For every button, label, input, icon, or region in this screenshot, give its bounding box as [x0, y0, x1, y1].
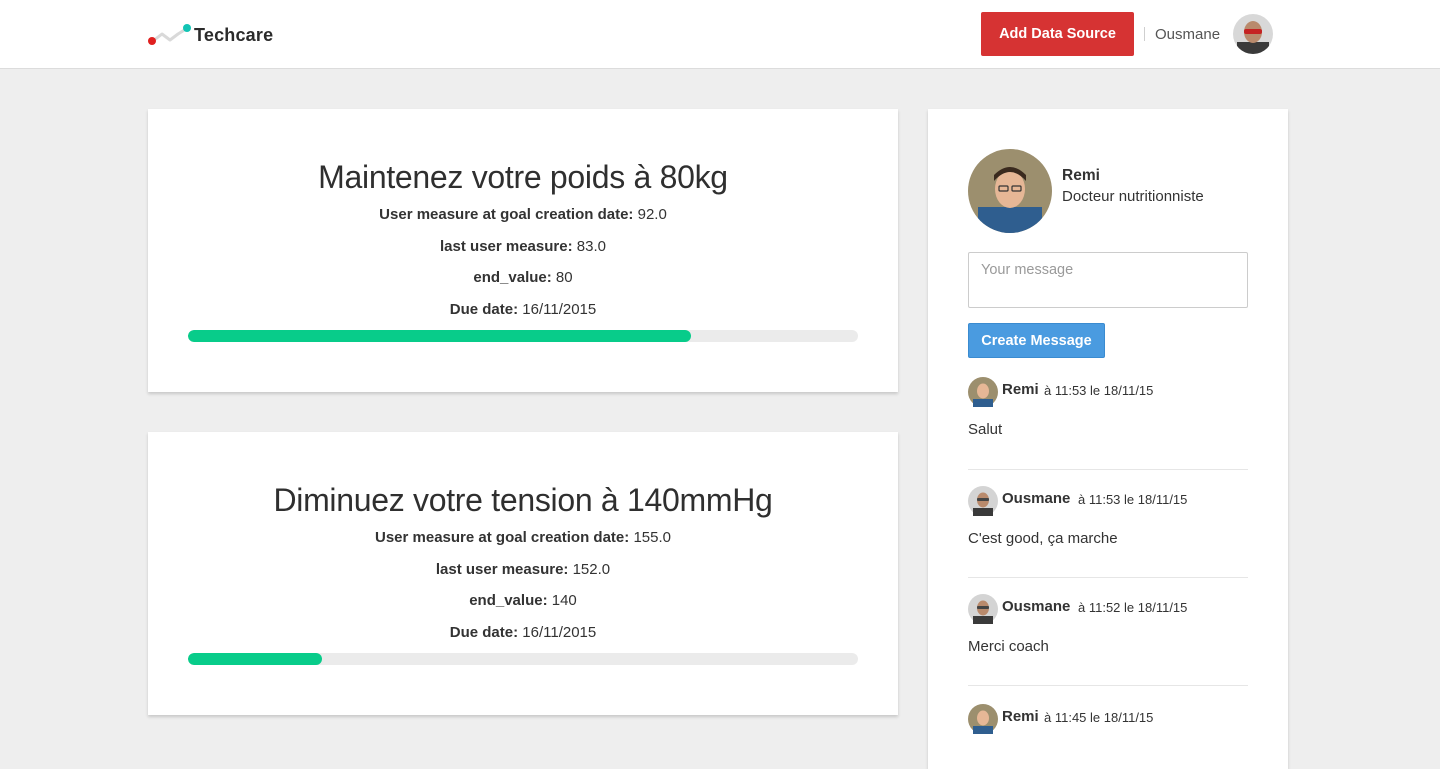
- message-input[interactable]: [968, 252, 1248, 308]
- message-item: Ousmane à 11:53 le 18/11/15 C'est good, …: [968, 486, 1248, 547]
- message-author: Ousmane: [1002, 490, 1071, 507]
- meta-value: 16/11/2015: [522, 301, 597, 318]
- message-author: Remi: [1002, 708, 1039, 725]
- goal-progress-fill: [188, 330, 691, 342]
- meta-label: end_value:: [473, 269, 552, 286]
- nav-divider: [1144, 27, 1145, 41]
- add-data-source-button[interactable]: Add Data Source: [981, 12, 1134, 56]
- coach-chat-panel: Remi Docteur nutritionniste Create Messa…: [928, 109, 1288, 769]
- meta-value: 155.0: [633, 529, 671, 546]
- meta-label: last user measure:: [435, 561, 569, 578]
- goal-card: Diminuez votre tension à 140mmHg User me…: [148, 432, 898, 715]
- goal-title: Maintenez votre poids à 80kg: [318, 159, 728, 195]
- coach-avatar: [968, 149, 1052, 233]
- nav-user-name[interactable]: Ousmane: [1155, 26, 1220, 43]
- coach-role: Docteur nutritionniste: [1062, 188, 1204, 205]
- top-navbar: Techcare Add Data Source Ousmane: [0, 0, 1440, 69]
- meta-value: 92.0: [637, 206, 667, 223]
- message-divider: [968, 685, 1248, 686]
- meta-label: User measure at goal creation date:: [379, 206, 634, 223]
- meta-value: 152.0: [572, 561, 611, 578]
- message-avatar: [968, 704, 998, 734]
- goal-creation-measure: User measure at goal creation date: 92.0: [148, 206, 898, 223]
- meta-label: Due date:: [449, 301, 519, 318]
- message-time: à 11:52 le 18/11/15: [1078, 600, 1188, 615]
- meta-label: end_value:: [469, 592, 548, 609]
- message-item: Ousmane à 11:52 le 18/11/15 Merci coach: [968, 594, 1248, 655]
- meta-value: 140: [551, 592, 577, 609]
- meta-label: Due date:: [449, 624, 519, 641]
- message-item: Remi à 11:45 le 18/11/15: [968, 704, 1248, 734]
- techcare-logo-icon: [148, 24, 191, 45]
- message-author: Remi: [1002, 381, 1039, 398]
- goal-due-date: Due date: 16/11/2015: [148, 624, 898, 641]
- message-avatar: [968, 377, 998, 407]
- meta-label: last user measure:: [440, 238, 573, 255]
- goal-last-measure: last user measure: 83.0: [148, 238, 898, 255]
- message-item: Remi à 11:53 le 18/11/15 Salut: [968, 377, 1248, 438]
- user-avatar[interactable]: [1229, 14, 1277, 54]
- message-time: à 11:53 le 18/11/15: [1044, 383, 1154, 398]
- meta-label: User measure at goal creation date:: [375, 529, 630, 546]
- message-avatar: [968, 486, 998, 516]
- goal-progress-fill: [188, 653, 322, 665]
- coach-name: Remi: [1062, 167, 1100, 184]
- message-time: à 11:45 le 18/11/15: [1044, 710, 1154, 725]
- message-text: C'est good, ça marche: [968, 530, 1118, 547]
- message-author: Ousmane: [1002, 598, 1071, 615]
- message-avatar: [968, 594, 998, 624]
- create-message-button[interactable]: Create Message: [968, 323, 1105, 358]
- goal-due-date: Due date: 16/11/2015: [148, 301, 898, 318]
- brand-name: Techcare: [194, 25, 274, 45]
- meta-value: 83.0: [576, 238, 606, 255]
- goal-creation-measure: User measure at goal creation date: 155.…: [148, 529, 898, 546]
- goal-last-measure: last user measure: 152.0: [148, 561, 898, 578]
- goal-end-value: end_value: 140: [148, 592, 898, 609]
- message-divider: [968, 469, 1248, 470]
- goal-card: Maintenez votre poids à 80kg User measur…: [148, 109, 898, 392]
- goal-title: Diminuez votre tension à 140mmHg: [273, 482, 773, 518]
- meta-value: 16/11/2015: [522, 624, 597, 641]
- message-time: à 11:53 le 18/11/15: [1078, 492, 1188, 507]
- message-divider: [968, 577, 1248, 578]
- goal-end-value: end_value: 80: [148, 269, 898, 286]
- goal-progress-bar: [188, 330, 858, 342]
- message-text: Salut: [968, 421, 1003, 438]
- message-text: Merci coach: [968, 638, 1049, 655]
- meta-value: 80: [555, 269, 573, 286]
- goal-progress-bar: [188, 653, 858, 665]
